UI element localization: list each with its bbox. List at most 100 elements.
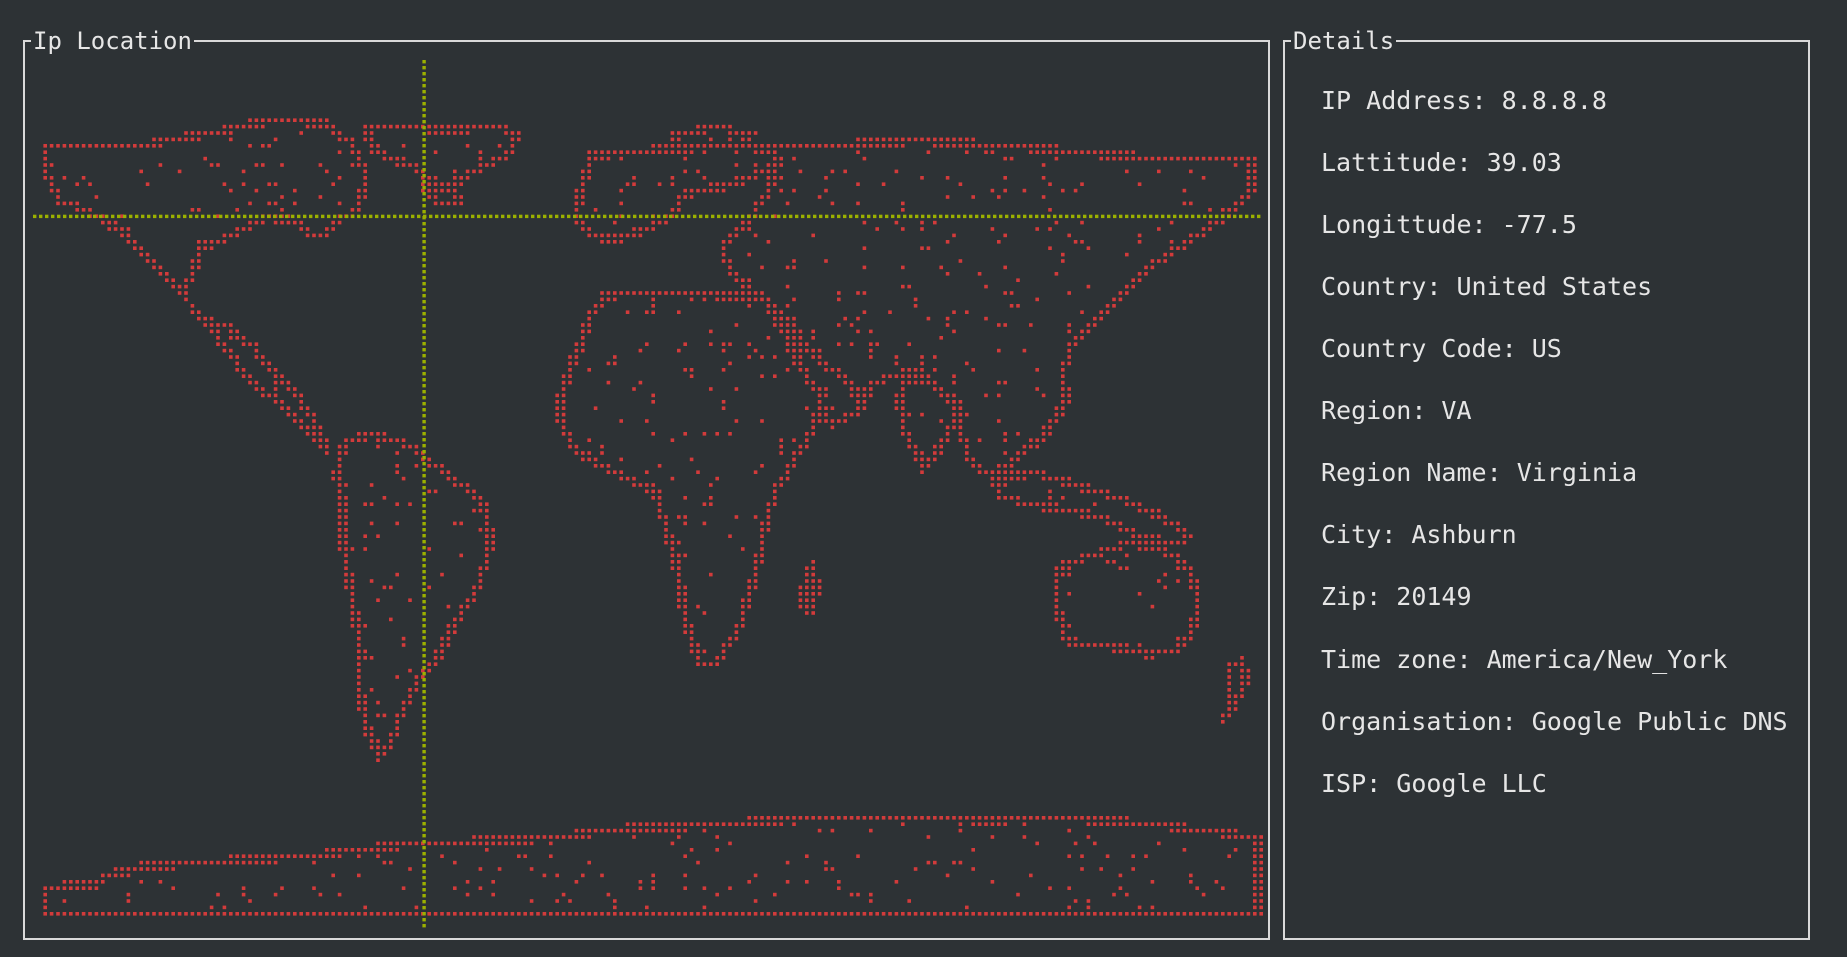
land-dot xyxy=(709,329,713,334)
land-dot xyxy=(709,483,713,487)
land-dot xyxy=(177,137,182,142)
land-dot xyxy=(766,822,771,826)
land-dot xyxy=(446,630,451,634)
land-dot xyxy=(1125,912,1129,916)
crosshair-vertical-dot xyxy=(422,132,426,136)
crosshair-vertical-dot xyxy=(422,528,426,532)
land-dot xyxy=(753,131,758,135)
land-dot xyxy=(273,387,278,391)
land-dot xyxy=(952,329,956,334)
crosshair-horizontal-dot xyxy=(1191,214,1195,219)
land-dot xyxy=(1125,566,1129,570)
land-dot xyxy=(286,912,291,916)
land-dot xyxy=(408,444,412,449)
crosshair-vertical-dot xyxy=(422,192,426,196)
land-dot xyxy=(549,835,553,839)
land-dot xyxy=(1061,483,1065,487)
land-dot xyxy=(325,227,329,231)
land-dot xyxy=(728,137,732,142)
land-dot xyxy=(337,131,342,135)
land-dot xyxy=(805,374,809,378)
land-dot xyxy=(152,144,156,148)
land-dot xyxy=(1016,304,1020,308)
land-dot xyxy=(453,169,457,174)
crosshair-vertical-dot xyxy=(422,618,426,622)
land-dot xyxy=(312,419,316,423)
land-dot xyxy=(1054,572,1059,577)
land-dot xyxy=(926,316,931,321)
land-dot xyxy=(971,822,975,826)
land-dot xyxy=(952,144,956,148)
land-dot xyxy=(625,182,630,186)
land-dot xyxy=(587,156,591,161)
land-dot xyxy=(869,342,873,346)
land-dot xyxy=(357,630,361,634)
land-dot xyxy=(485,163,489,167)
crosshair-horizontal-dot xyxy=(1173,214,1177,219)
land-dot xyxy=(1157,515,1161,519)
land-dot xyxy=(197,912,201,916)
crosshair-horizontal-dot xyxy=(777,214,781,219)
land-dot xyxy=(606,297,611,302)
land-dot xyxy=(593,464,598,468)
crosshair-horizontal-dot xyxy=(867,214,871,219)
land-dot xyxy=(574,451,579,455)
crosshair-vertical-dot xyxy=(422,432,426,436)
land-dot xyxy=(958,137,963,142)
crosshair-horizontal-dot xyxy=(99,214,103,219)
crosshair-vertical-dot xyxy=(422,66,426,70)
land-dot xyxy=(357,432,361,436)
land-dot xyxy=(741,598,745,602)
land-dot xyxy=(689,624,694,628)
land-dot xyxy=(670,150,675,154)
land-dot xyxy=(344,515,348,519)
land-dot xyxy=(568,380,572,385)
land-dot xyxy=(664,912,668,916)
land-dot xyxy=(933,355,937,359)
land-dot xyxy=(593,208,598,212)
land-dot xyxy=(1125,496,1129,500)
land-dot xyxy=(1131,822,1135,826)
land-dot xyxy=(190,304,195,308)
land-dot xyxy=(485,540,489,545)
land-dot xyxy=(1067,643,1071,647)
land-dot xyxy=(401,643,406,647)
land-dot xyxy=(933,387,937,391)
land-dot xyxy=(408,841,412,846)
land-dot xyxy=(459,521,463,526)
land-dot xyxy=(241,886,246,890)
crosshair-horizontal-dot xyxy=(435,214,439,219)
crosshair-horizontal-dot xyxy=(81,214,85,219)
land-dot xyxy=(901,912,905,916)
crosshair-horizontal-dot xyxy=(405,214,409,219)
land-dot xyxy=(382,156,387,161)
land-dot xyxy=(1086,515,1091,519)
land-dot xyxy=(862,816,867,820)
land-dot xyxy=(222,860,227,865)
land-dot xyxy=(657,508,662,513)
land-dot xyxy=(1003,188,1007,193)
land-dot xyxy=(696,470,700,474)
land-dot xyxy=(753,150,758,154)
land-dot xyxy=(664,521,668,526)
land-dot xyxy=(433,912,438,916)
land-dot xyxy=(248,220,252,225)
land-dot xyxy=(94,144,99,148)
land-dot xyxy=(894,816,899,820)
land-dot xyxy=(472,496,476,500)
detail-time-zone: Time zone: America/New_York xyxy=(1321,645,1728,674)
land-dot xyxy=(1253,905,1257,910)
land-dot xyxy=(555,393,559,398)
land-dot xyxy=(984,144,988,148)
land-dot xyxy=(478,528,483,532)
crosshair-vertical-dot xyxy=(422,396,426,400)
land-dot xyxy=(312,124,316,129)
land-dot xyxy=(907,374,911,378)
crosshair-horizontal-dot xyxy=(1131,214,1135,219)
land-dot xyxy=(241,892,246,897)
crosshair-vertical-dot xyxy=(422,312,426,316)
land-dot xyxy=(1041,438,1046,442)
land-dot xyxy=(216,336,220,340)
land-dot xyxy=(581,348,585,353)
crosshair-vertical-dot xyxy=(422,780,426,784)
